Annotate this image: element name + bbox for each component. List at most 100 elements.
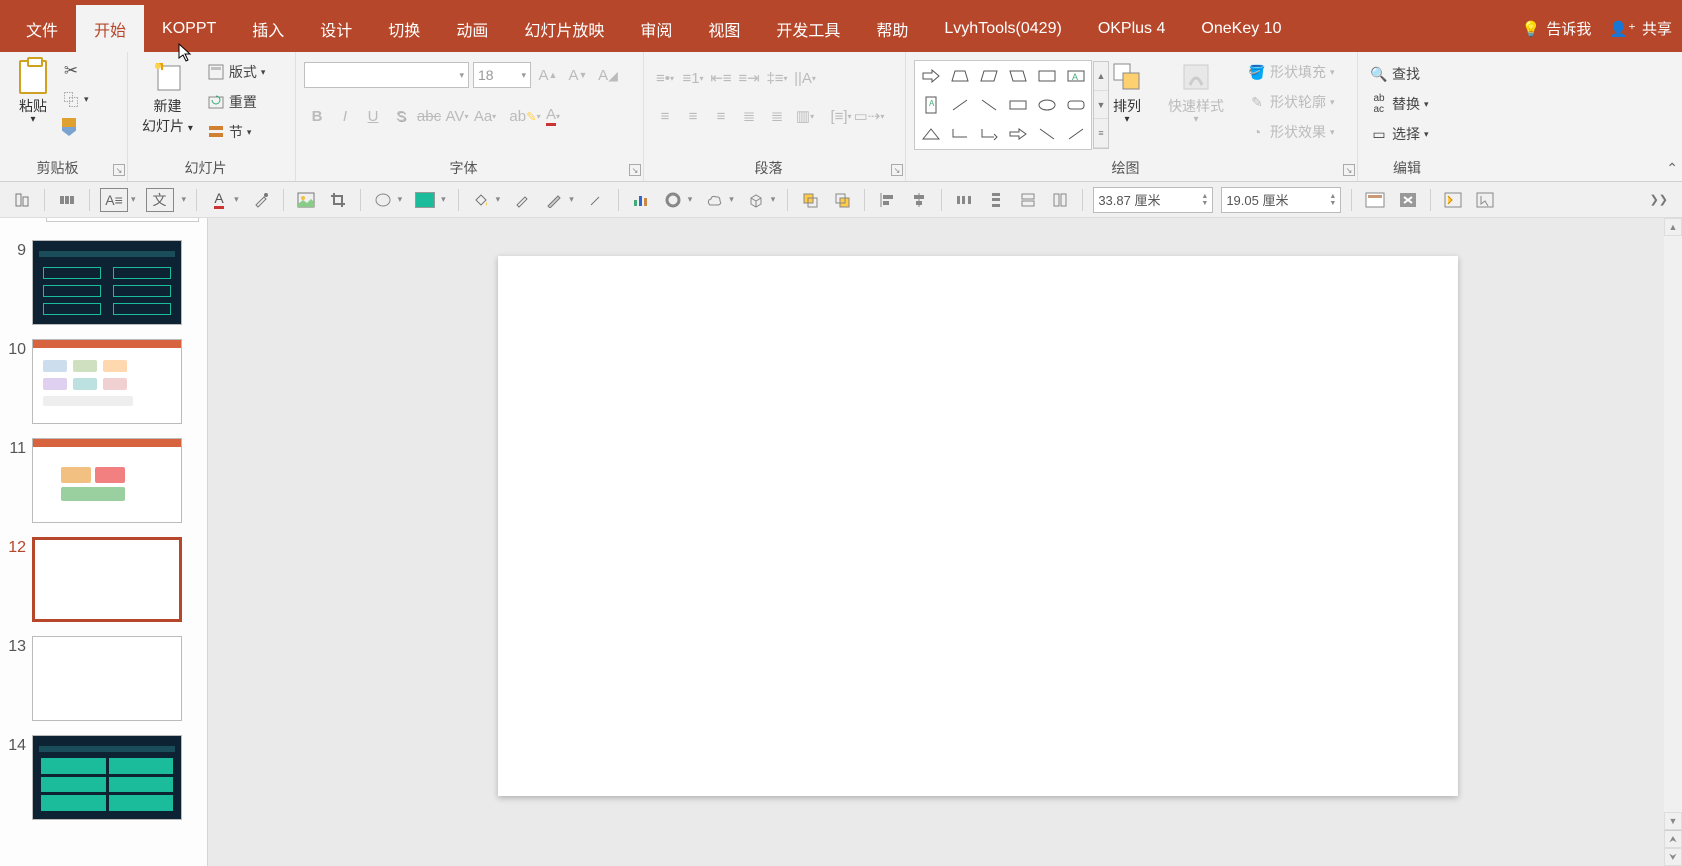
highlight-button[interactable]: ab✎▾ <box>512 104 538 128</box>
shape-roundrect-icon[interactable] <box>1062 92 1089 119</box>
sec-shape-oval-button[interactable] <box>371 188 395 212</box>
sec-eyedropper2-button[interactable] <box>510 188 534 212</box>
shape-arrow-right-icon[interactable] <box>917 63 944 90</box>
tell-me[interactable]: 💡 告诉我 <box>1522 18 1592 39</box>
sec-fill-swatch-button[interactable] <box>412 188 438 212</box>
sec-align-obj-button[interactable] <box>10 188 34 212</box>
tab-onekey[interactable]: OneKey 10 <box>1183 5 1299 52</box>
strikethrough-button[interactable]: abc <box>416 104 442 128</box>
slide-thumbnail-10[interactable] <box>32 339 182 424</box>
shape-triangle-icon[interactable] <box>917 120 944 147</box>
share-button[interactable]: 👤⁺ 共享 <box>1609 18 1672 39</box>
select-button[interactable]: ▭ 选择 ▾ <box>1366 122 1460 146</box>
arrange-button[interactable]: 排列 ▾ <box>1102 56 1152 150</box>
align-justify-button[interactable]: ≣ <box>736 104 762 128</box>
shrink-font-button[interactable]: A▼ <box>565 63 591 87</box>
sec-selection-pane-button[interactable] <box>1473 188 1497 212</box>
clipboard-dialog-launcher[interactable]: ↘ <box>113 164 125 176</box>
sec-slide-layout-button[interactable] <box>1362 188 1388 212</box>
shape-elbow-arrow-icon[interactable] <box>975 120 1002 147</box>
grow-font-button[interactable]: A▲ <box>535 63 561 87</box>
slide-thumbnail-14[interactable] <box>32 735 182 820</box>
format-painter-button[interactable] <box>58 116 93 138</box>
find-button[interactable]: 🔍 查找 <box>1366 62 1460 86</box>
align-text-button[interactable]: [≡]▾ <box>828 104 854 128</box>
slide-thumbnail-panel[interactable]: 9 10 11 <box>0 218 208 866</box>
tab-design[interactable]: 设计 <box>302 5 370 52</box>
shapes-gallery[interactable]: A A ▲▼≡ <box>914 60 1092 150</box>
sec-dist-v-button[interactable] <box>984 188 1008 212</box>
sec-align-left2-button[interactable] <box>875 188 899 212</box>
slide-thumbnail-13[interactable] <box>32 636 182 721</box>
reset-button[interactable]: 重置 <box>203 90 270 114</box>
smartart-button[interactable]: ▭⇢▾ <box>856 104 882 128</box>
shape-parallelogram-icon[interactable] <box>975 63 1002 90</box>
sec-match-width-button[interactable] <box>1016 188 1040 212</box>
tab-view[interactable]: 视图 <box>690 5 758 52</box>
underline-button[interactable]: U <box>360 104 386 128</box>
sec-font-color2-button[interactable]: A <box>207 188 231 212</box>
sec-animation-pane-button[interactable] <box>1441 188 1465 212</box>
tab-help[interactable]: 帮助 <box>858 5 926 52</box>
italic-button[interactable]: I <box>332 104 358 128</box>
sec-eyedropper3-button[interactable] <box>584 188 608 212</box>
shape-effects-button[interactable]: ◔ 形状效果 ▾ <box>1244 120 1339 144</box>
sec-crop-button[interactable] <box>326 188 350 212</box>
height-spinner[interactable]: 19.05 厘米 ▲▼ <box>1221 187 1341 213</box>
tab-insert[interactable]: 插入 <box>234 5 302 52</box>
bullets-button[interactable]: ≡•▾ <box>652 66 678 90</box>
sec-text-mode-button[interactable]: 文 <box>146 188 174 212</box>
quick-styles-button[interactable]: 快速样式 ▾ <box>1162 56 1230 150</box>
tab-animation[interactable]: 动画 <box>438 5 506 52</box>
sec-delete-button[interactable] <box>1396 188 1420 212</box>
sec-3d-button[interactable] <box>744 188 768 212</box>
font-name-combo[interactable]: ▾ <box>304 62 469 88</box>
drawing-dialog-launcher[interactable]: ↘ <box>1343 164 1355 176</box>
sec-image-button[interactable] <box>294 188 318 212</box>
sec-donut-button[interactable] <box>661 188 685 212</box>
tab-home[interactable]: 开始 <box>76 5 144 52</box>
shape-trapezoid-icon[interactable] <box>946 63 973 90</box>
gallery-scroll[interactable]: ▲▼≡ <box>1093 61 1109 149</box>
sec-shape-cloud-button[interactable] <box>702 188 726 212</box>
sec-eyedropper-button[interactable] <box>249 188 273 212</box>
slide-thumbnail-12[interactable] <box>32 537 182 622</box>
shape-outline-button[interactable]: ✎ 形状轮廓 ▾ <box>1244 90 1339 114</box>
paragraph-dialog-launcher[interactable]: ↘ <box>891 164 903 176</box>
tab-slideshow[interactable]: 幻灯片放映 <box>506 5 622 52</box>
sec-bring-front-button[interactable] <box>798 188 822 212</box>
decrease-indent-button[interactable]: ⇤≡ <box>708 66 734 90</box>
align-right-button[interactable]: ≡ <box>708 104 734 128</box>
char-spacing-button[interactable]: AV▾ <box>444 104 470 128</box>
tab-lvyhtools[interactable]: LvyhTools(0429) <box>926 5 1079 52</box>
align-center-button[interactable]: ≡ <box>680 104 706 128</box>
shape-elbow-icon[interactable] <box>946 120 973 147</box>
font-size-combo[interactable]: 18▾ <box>473 62 531 88</box>
new-slide-button[interactable]: 新建 幻灯片 ▾ <box>136 56 199 144</box>
distribute-button[interactable]: ≣ <box>764 104 790 128</box>
toolbar-overflow-button[interactable]: ❯❯ <box>1646 193 1672 206</box>
canvas-vertical-scrollbar[interactable]: ▲ ▼ ⮝ ⮟ <box>1664 218 1682 866</box>
sec-bucket-button[interactable] <box>469 188 493 212</box>
sec-distribute-button[interactable] <box>55 188 79 212</box>
sec-outline-pen-button[interactable] <box>542 188 566 212</box>
clear-formatting-button[interactable]: A◢ <box>595 63 621 87</box>
align-left-button[interactable]: ≡ <box>652 104 678 128</box>
replace-button[interactable]: abac 替换 ▾ <box>1366 92 1460 116</box>
change-case-button[interactable]: Aa▾ <box>472 104 498 128</box>
sec-textbox-a-button[interactable]: A≡ <box>100 188 128 212</box>
shape-fill-button[interactable]: 🪣 形状填充 ▾ <box>1244 60 1339 84</box>
tab-file[interactable]: 文件 <box>8 5 76 52</box>
tab-transition[interactable]: 切换 <box>370 5 438 52</box>
slide-canvas[interactable] <box>498 256 1458 796</box>
text-direction-button[interactable]: ||A▾ <box>792 66 818 90</box>
sec-chart-button[interactable] <box>629 188 653 212</box>
layout-button[interactable]: 版式 ▾ <box>203 60 270 84</box>
shadow-button[interactable]: S <box>388 104 414 128</box>
tab-developer[interactable]: 开发工具 <box>758 5 858 52</box>
shape-oval-icon[interactable] <box>1033 92 1060 119</box>
copy-button[interactable]: ▾ <box>58 88 93 110</box>
sec-dist-h-button[interactable] <box>952 188 976 212</box>
sec-send-back-button[interactable] <box>830 188 854 212</box>
shape-textbox-icon[interactable]: A <box>1062 63 1089 90</box>
